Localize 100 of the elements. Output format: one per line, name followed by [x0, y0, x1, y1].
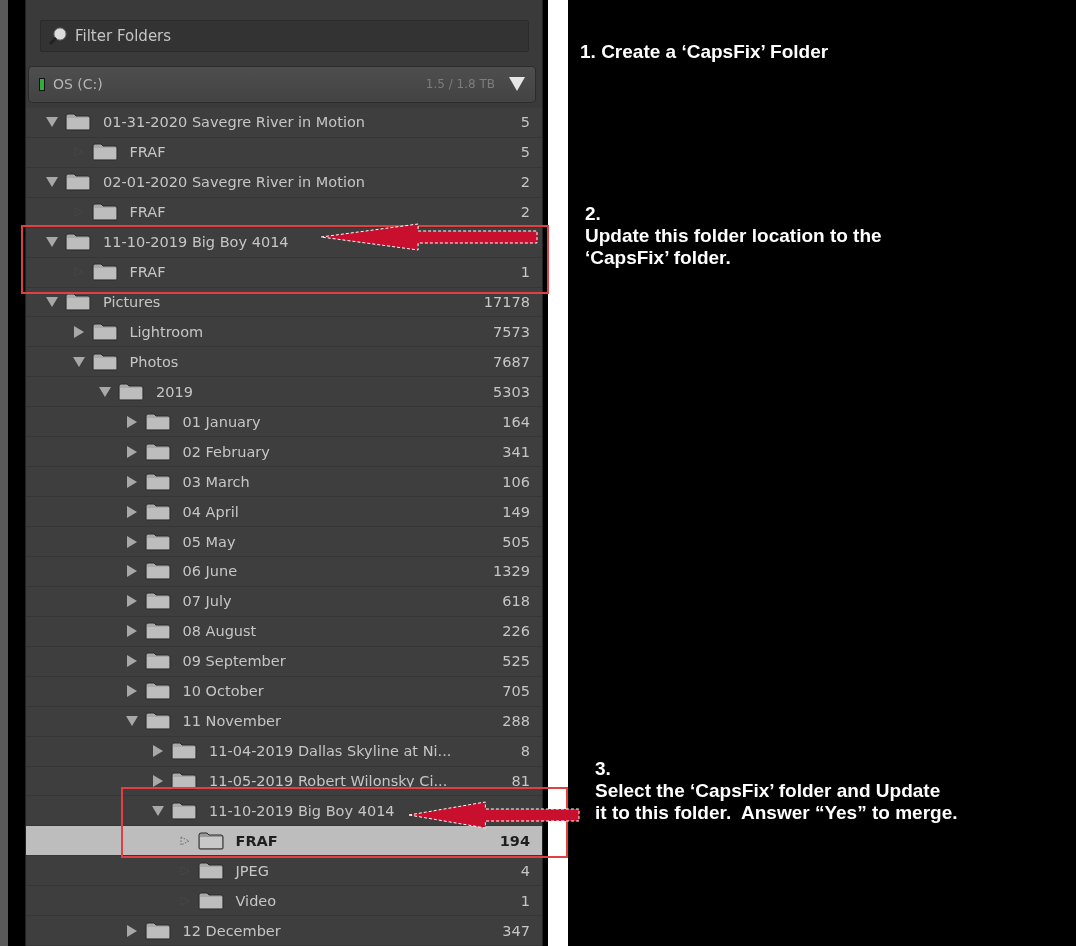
expand-triangle-icon[interactable] — [126, 445, 137, 458]
folder-row[interactable]: 01-31-2020 Savegre River in Motion 5 — [26, 107, 542, 138]
folder-row[interactable]: 10 October 705 — [26, 676, 542, 707]
folder-row[interactable]: 09 September 525 — [26, 646, 542, 677]
collapse-triangle-icon[interactable] — [46, 177, 58, 188]
photo-count: 1 — [520, 264, 530, 281]
expand-triangle-icon[interactable] — [126, 505, 137, 518]
folder-name: 2019 — [156, 383, 193, 400]
expand-triangle-icon[interactable] — [126, 565, 137, 578]
folder-icon — [197, 831, 224, 850]
folder-icon — [65, 173, 91, 192]
expand-triangle-icon[interactable] — [126, 595, 137, 608]
expand-triangle-icon[interactable] — [126, 655, 137, 668]
folder-row[interactable]: 05 May 505 — [26, 527, 542, 557]
photo-count: 1 — [520, 892, 530, 909]
instruction-text: 3. Select the ‘CapsFix’ folder and Update it to this folder. Answer “Yes” to merge. — [595, 758, 958, 824]
folder-row[interactable]: 2019 5303 — [26, 377, 542, 408]
folder-icon — [144, 472, 171, 491]
photo-count: 8 — [520, 743, 530, 760]
photo-count: 194 — [499, 832, 530, 849]
folder-name: Video — [235, 892, 277, 909]
folder-row[interactable]: 08 August 226 — [26, 616, 542, 647]
folder-row[interactable]: FRAF 1 — [26, 257, 542, 288]
folder-row[interactable]: 11-04-2019 Dallas Skyline at Ni... 8 — [26, 736, 542, 767]
photo-count: 17178 — [483, 294, 530, 310]
photo-count: 106 — [502, 473, 530, 490]
folder-row[interactable]: FRAF 194 — [26, 826, 542, 857]
folder-name: FRAF — [129, 144, 166, 161]
folder-icon — [171, 801, 197, 820]
photo-count: 5 — [520, 114, 530, 131]
expand-triangle-icon[interactable] — [73, 325, 84, 338]
folder-icon — [144, 682, 171, 701]
folder-name: Lightroom — [129, 323, 204, 340]
filter-field[interactable]: Filter Folders — [40, 20, 529, 52]
folder-name: JPEG — [235, 862, 269, 879]
folder-name: 11-10-2019 Big Boy 4014 — [209, 802, 395, 819]
photo-count: 7573 — [493, 323, 530, 340]
folder-icon — [144, 592, 171, 611]
folder-name: 11-05-2019 Robert Wilonsky Ci... — [209, 773, 448, 789]
dropdown-triangle-icon[interactable] — [509, 77, 525, 92]
folder-row[interactable]: Photos 7687 — [26, 347, 542, 378]
photo-count: 81 — [511, 773, 530, 789]
folder-name: 02 February — [182, 443, 270, 460]
photo-count: 705 — [502, 683, 530, 700]
photo-count: 2 — [520, 204, 530, 221]
photo-count: 5 — [520, 144, 530, 161]
collapse-triangle-icon[interactable] — [72, 356, 85, 367]
folder-row[interactable]: 02-01-2020 Savegre River in Motion 2 — [26, 167, 542, 198]
folder-icon — [144, 562, 171, 581]
folder-name: 01 January — [182, 413, 261, 430]
photo-count: 164 — [502, 413, 530, 430]
expand-triangle-icon[interactable] — [126, 924, 137, 937]
folder-row[interactable]: 11 November 288 — [26, 706, 542, 737]
collapse-triangle-icon[interactable] — [125, 716, 138, 727]
folder-name: 03 March — [182, 473, 250, 490]
folder-icon — [144, 532, 171, 551]
photo-count: 7687 — [493, 353, 530, 370]
folder-icon — [144, 921, 171, 940]
photo-count: 2 — [520, 174, 530, 191]
collapse-triangle-icon[interactable] — [46, 237, 58, 248]
folder-name: 11-10-2019 Big Boy 4014 — [103, 234, 289, 251]
folder-row[interactable]: 04 April 149 — [26, 497, 542, 528]
folder-icon — [144, 622, 171, 641]
instruction-text: 2. Update this folder location to the ‘CapsFix’ folder. — [585, 203, 882, 269]
expand-triangle-icon[interactable] — [126, 685, 137, 698]
folder-icon — [144, 652, 171, 671]
folder-row[interactable]: 06 June 1329 — [26, 557, 542, 587]
folder-name: 02-01-2020 Savegre River in Motion — [103, 174, 365, 191]
folder-icon — [144, 442, 171, 461]
folder-icon — [118, 382, 144, 401]
collapse-triangle-icon[interactable] — [99, 386, 111, 397]
folder-name: FRAF — [235, 832, 278, 849]
photo-count: 5303 — [493, 383, 530, 400]
folder-row[interactable]: 01 January 164 — [26, 407, 542, 438]
collapse-triangle-icon[interactable] — [46, 117, 58, 128]
folder-row[interactable]: FRAF 5 — [26, 137, 542, 168]
folder-row[interactable]: Lightroom 7573 — [26, 317, 542, 348]
expand-triangle-icon[interactable] — [153, 745, 163, 758]
folder-icon — [91, 203, 118, 222]
folder-row[interactable]: JPEG 4 — [26, 856, 542, 887]
folder-name: 10 October — [182, 683, 264, 700]
collapse-triangle-icon[interactable] — [46, 297, 58, 307]
folder-row[interactable]: Video 1 — [26, 886, 542, 917]
folder-row[interactable]: 02 February 341 — [26, 437, 542, 468]
folder-row[interactable]: 12 December 347 — [26, 916, 542, 946]
expand-triangle-icon[interactable] — [126, 625, 137, 638]
folder-icon — [91, 322, 118, 341]
folder-name: 06 June — [182, 563, 238, 580]
photo-count: 1329 — [493, 563, 530, 580]
folder-name: 01-31-2020 Savegre River in Motion — [103, 114, 365, 131]
expand-triangle-icon[interactable] — [153, 775, 163, 787]
folder-icon — [197, 891, 224, 910]
folder-row[interactable]: 07 July 618 — [26, 586, 542, 617]
folder-row[interactable]: 03 March 106 — [26, 467, 542, 498]
photo-count: 618 — [502, 593, 530, 610]
expand-triangle-icon[interactable] — [126, 535, 137, 548]
folder-name: 11 November — [182, 713, 281, 730]
expand-triangle-icon[interactable] — [126, 475, 137, 488]
expand-triangle-icon[interactable] — [126, 415, 137, 428]
collapse-triangle-icon[interactable] — [152, 805, 164, 816]
